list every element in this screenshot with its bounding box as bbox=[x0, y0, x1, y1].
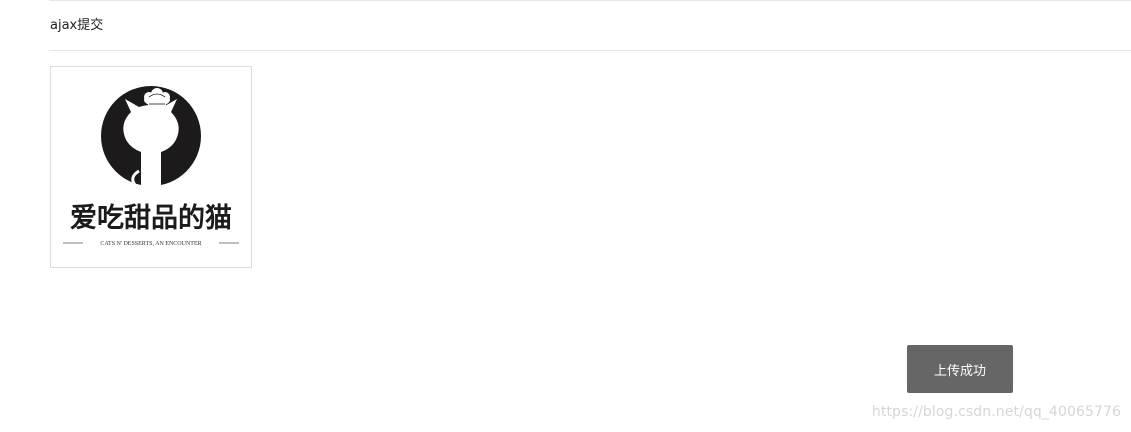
logo-title: 爱吃甜品的猫 bbox=[70, 202, 232, 234]
logo-tagline: CATS N' DESSERTS, AN ENCOUNTER bbox=[100, 241, 201, 247]
section-title: ajax提交 bbox=[50, 18, 104, 33]
watermark: https://blog.csdn.net/qq_40065776 bbox=[871, 404, 1121, 420]
cat-chef-logo: 爱吃甜品的猫 CATS N' DESSERTS, AN ENCOUNTER bbox=[63, 86, 239, 247]
top-divider bbox=[49, 0, 1131, 1]
uploaded-image-preview[interactable]: 爱吃甜品的猫 CATS N' DESSERTS, AN ENCOUNTER bbox=[50, 66, 252, 268]
title-divider bbox=[49, 50, 1131, 51]
upload-success-toast: 上传成功 bbox=[907, 345, 1013, 393]
page: ajax提交 爱吃甜品的猫 CATS N' DESSERTS, AN ENCOU… bbox=[0, 0, 1131, 432]
